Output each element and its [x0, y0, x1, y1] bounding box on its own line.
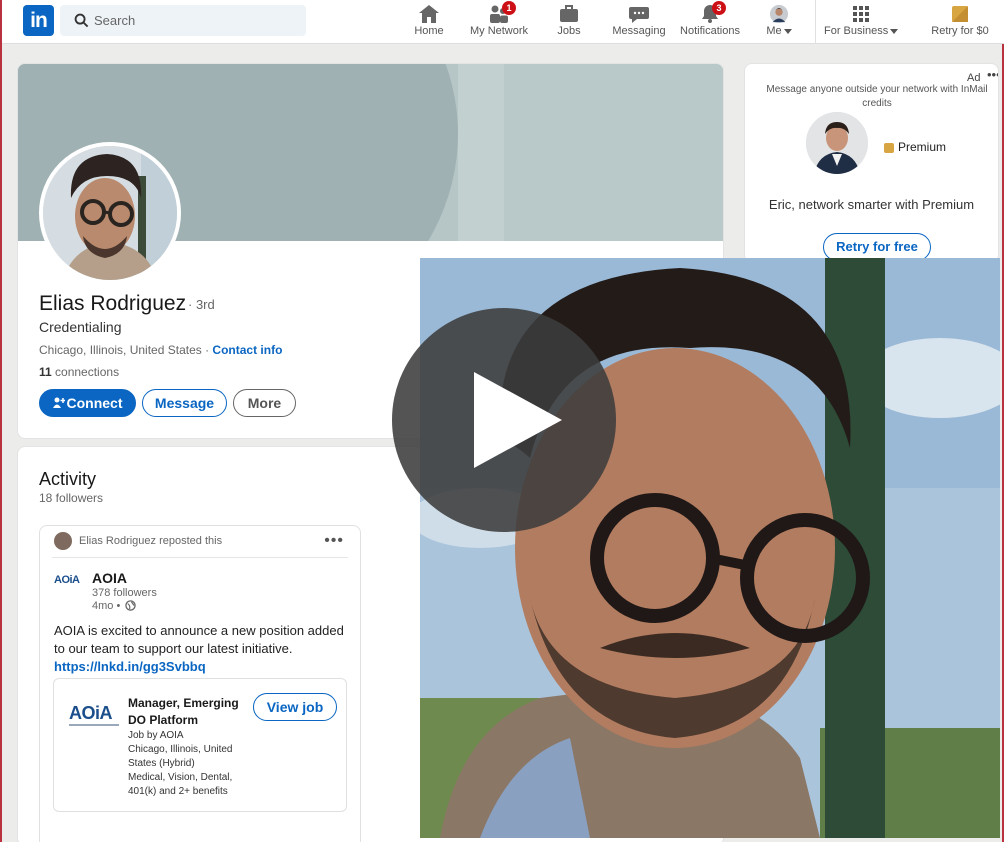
profile-photo[interactable] — [39, 142, 181, 284]
connections-label: connections — [51, 365, 120, 379]
premium-ad-card: Ad ••• Message anyone outside your netwo… — [744, 63, 999, 263]
connect-button-label: Connect — [66, 395, 123, 411]
message-button[interactable]: Message — [142, 389, 227, 417]
search-icon — [74, 13, 89, 28]
chevron-down-icon — [890, 28, 899, 34]
search-input[interactable] — [94, 5, 299, 36]
more-button[interactable]: More — [233, 389, 296, 417]
globe-icon — [125, 600, 137, 611]
ad-text: Message anyone outside your network with… — [766, 84, 988, 109]
post-body: AOIA is excited to announce a new positi… — [54, 622, 350, 676]
org-name[interactable]: AOIA — [92, 570, 127, 586]
nav-messaging[interactable]: Messaging — [612, 0, 666, 44]
location-text: Chicago, Illinois, United States · — [39, 343, 213, 357]
job-title[interactable]: Manager, Emerging DO Platform — [128, 695, 248, 729]
post-time-text: 4mo • — [92, 600, 121, 612]
divider — [52, 557, 348, 558]
me-avatar — [769, 4, 789, 24]
post-time: 4mo • — [92, 600, 137, 612]
nav-network-label: My Network — [469, 25, 529, 37]
ad-avatar — [806, 112, 868, 174]
nav-jobs-label: Jobs — [557, 25, 581, 37]
nav-home[interactable]: Home — [406, 0, 452, 44]
org-logo[interactable]: AOiA — [54, 574, 84, 588]
connect-button[interactable]: Connect — [39, 389, 136, 417]
profile-photo-image — [43, 146, 177, 280]
job-logo-subtitle — [69, 724, 119, 726]
search-box[interactable] — [60, 5, 306, 36]
ad-menu-icon[interactable]: ••• — [987, 67, 998, 82]
nav-premium-label: Retry for $0 — [931, 25, 989, 37]
profile-location: Chicago, Illinois, United States · Conta… — [39, 343, 282, 357]
banner-shape — [458, 64, 504, 241]
nav-notifications[interactable]: 3 Notifications — [678, 0, 742, 44]
nav-premium[interactable]: Retry for $0 — [927, 0, 993, 44]
network-badge: 1 — [502, 1, 516, 15]
job-org-logo: AOiA — [69, 703, 113, 723]
messaging-icon — [629, 7, 649, 23]
retry-for-free-button[interactable]: Retry for free — [823, 233, 931, 261]
top-nav: in Home 1 My Network Jobs Messa — [2, 0, 1004, 44]
post-link[interactable]: https://lnkd.in/gg3Svbbq — [54, 659, 206, 674]
nav-notifications-label: Notifications — [680, 25, 740, 37]
org-followers: 378 followers — [92, 587, 157, 599]
job-details: Job by AOIA Chicago, Illinois, United St… — [128, 730, 233, 797]
activity-followers: 18 followers — [39, 491, 104, 505]
grid-icon — [853, 6, 869, 22]
ad-avatar-image — [806, 112, 868, 174]
nav-me-label: Me — [760, 25, 798, 37]
ad-headline: Eric, network smarter with Premium — [768, 197, 975, 212]
home-icon — [419, 5, 439, 23]
connections-count: 11 — [39, 365, 52, 379]
view-job-button[interactable]: View job — [253, 693, 337, 721]
profile-name: Elias Rodriguez — [39, 292, 187, 315]
notifications-badge: 3 — [712, 1, 726, 15]
banner-shape — [504, 64, 723, 241]
briefcase-icon — [560, 5, 578, 22]
activity-title: Activity — [39, 469, 97, 489]
nav-home-label: Home — [414, 25, 444, 37]
contact-info-link[interactable]: Contact info — [212, 343, 282, 357]
linkedin-logo[interactable]: in — [23, 5, 54, 36]
nav-divider — [815, 0, 816, 44]
add-person-icon — [52, 397, 65, 408]
job-card[interactable]: AOiA Manager, Emerging DO Platform Job b… — [53, 678, 347, 812]
premium-icon — [952, 6, 968, 22]
nav-jobs[interactable]: Jobs — [550, 0, 588, 44]
play-button[interactable] — [392, 308, 616, 532]
connection-degree: · 3rd — [188, 297, 215, 312]
nav-for-business-label: For Business — [824, 25, 899, 37]
repost-text: Elias Rodriguez reposted this — [79, 534, 223, 547]
nav-my-network[interactable]: 1 My Network — [468, 0, 530, 44]
profile-connections: 11 connections — [39, 365, 119, 379]
premium-icon — [884, 142, 894, 153]
play-icon — [474, 372, 562, 468]
activity-post[interactable]: Elias Rodriguez reposted this ••• AOiA A… — [39, 525, 361, 842]
nav-me[interactable]: Me — [760, 0, 798, 44]
post-text: AOIA is excited to announce a new positi… — [54, 623, 344, 656]
post-menu-icon[interactable]: ••• — [324, 532, 344, 550]
mini-avatar — [54, 532, 72, 550]
profile-headline: Credentialing — [39, 319, 122, 335]
nav-for-business[interactable]: For Business — [824, 0, 899, 44]
repost-header: Elias Rodriguez reposted this — [54, 532, 222, 550]
premium-label: Premium — [884, 140, 946, 154]
chevron-down-icon — [783, 28, 792, 34]
premium-text: Premium — [898, 140, 947, 154]
nav-messaging-label: Messaging — [612, 25, 666, 37]
